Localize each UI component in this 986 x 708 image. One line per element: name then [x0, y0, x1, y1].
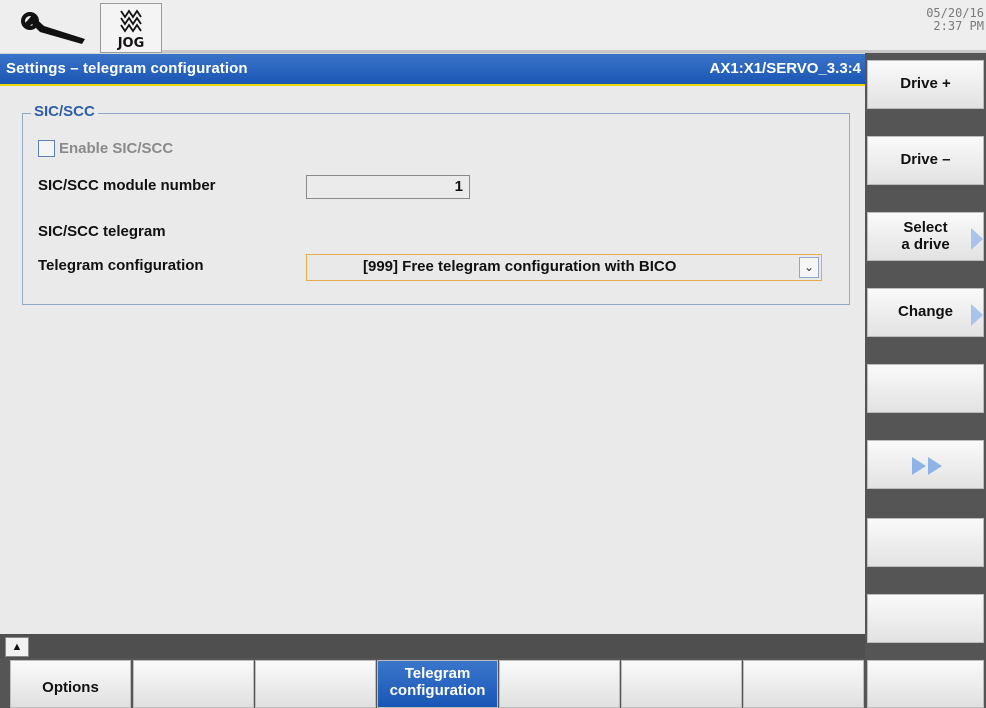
telegram-configuration-button[interactable]: Telegram configuration — [377, 660, 498, 708]
options-label: Options — [42, 679, 99, 696]
jog-mode-button[interactable]: JOG — [100, 3, 162, 53]
telegram-line2: configuration — [389, 682, 486, 699]
telegram-label: SIC/SCC telegram — [38, 223, 166, 240]
softkey-empty-8[interactable] — [867, 594, 984, 643]
telegram-line1: Telegram — [404, 665, 471, 682]
group-title: SIC/SCC — [31, 103, 98, 120]
telegram-config-value: [999] Free telegram configuration with B… — [363, 258, 677, 275]
enable-sic-scc-checkbox[interactable] — [38, 140, 55, 157]
submenu-arrow-icon — [971, 228, 983, 250]
drive-minus-label: Drive – — [900, 151, 951, 168]
bottom-softkey-8[interactable] — [867, 660, 984, 708]
drive-minus-button[interactable]: Drive – — [867, 136, 984, 185]
chevron-down-icon[interactable]: ⌄ — [799, 257, 819, 278]
status-strip — [0, 634, 865, 658]
select-drive-button[interactable]: Select a drive — [867, 212, 984, 261]
time-text: 2:37 PM — [933, 19, 984, 33]
bottom-softkey-5[interactable] — [499, 660, 620, 708]
telegram-config-dropdown[interactable]: [999] Free telegram configuration with B… — [306, 254, 822, 281]
scroll-up-icon[interactable]: ▲ — [5, 637, 29, 657]
submenu-arrow-icon — [971, 304, 983, 326]
enable-sic-scc-label: Enable SIC/SCC — [59, 140, 174, 157]
forward-button[interactable] — [867, 440, 984, 489]
page-title: Settings – telegram configuration — [6, 60, 248, 77]
change-button[interactable]: Change — [867, 288, 984, 337]
datetime: 05/20/16 2:37 PM — [926, 7, 984, 33]
change-label: Change — [897, 303, 953, 320]
drive-plus-label: Drive + — [900, 75, 951, 92]
bottom-softkey-6[interactable] — [621, 660, 742, 708]
bottom-softkey-7[interactable] — [743, 660, 864, 708]
jog-label: JOG — [117, 36, 145, 51]
telegram-config-label: Telegram configuration — [38, 257, 204, 274]
drive-plus-button[interactable]: Drive + — [867, 60, 984, 109]
header-divider — [162, 50, 986, 53]
wrench-icon[interactable] — [10, 4, 96, 50]
softkey-empty-7[interactable] — [867, 518, 984, 567]
module-number-field[interactable]: 1 — [306, 175, 470, 199]
axis-path: AX1:X1/SERVO_3.3:4 — [709, 60, 861, 77]
jog-icon — [120, 9, 142, 33]
select-drive-line2: a drive — [901, 236, 950, 253]
double-forward-icon — [912, 457, 942, 475]
title-bar: Settings – telegram configuration AX1:X1… — [0, 54, 865, 84]
top-header: JOG 05/20/16 2:37 PM — [0, 0, 986, 53]
bottom-softkey-3[interactable] — [255, 660, 376, 708]
select-drive-line1: Select — [903, 219, 948, 236]
telegram-configuration-label: Telegram configuration — [378, 661, 497, 699]
softkey-empty-5[interactable] — [867, 364, 984, 413]
bottom-softkey-2[interactable] — [133, 660, 254, 708]
select-drive-label: Select a drive — [868, 213, 983, 253]
options-button[interactable]: Options — [10, 660, 131, 708]
module-number-label: SIC/SCC module number — [38, 177, 216, 194]
